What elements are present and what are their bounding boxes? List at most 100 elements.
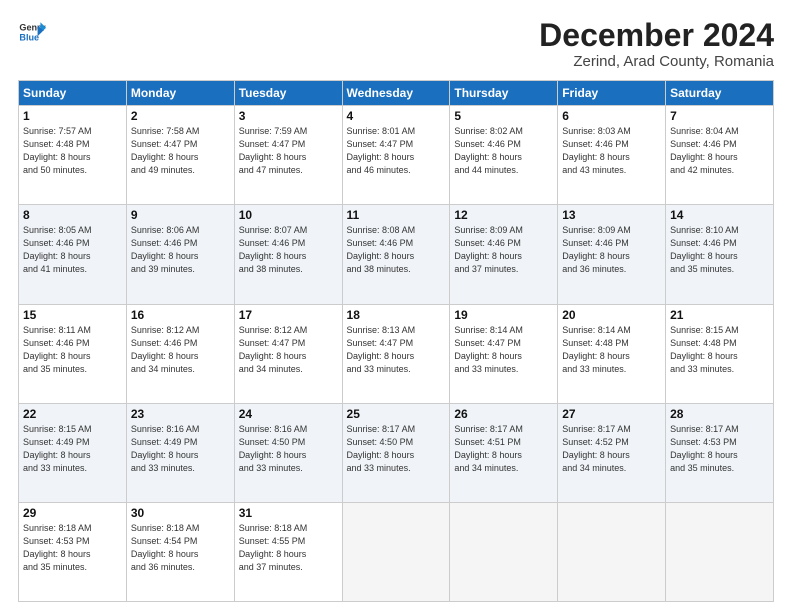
day-info: Sunrise: 8:18 AMSunset: 4:55 PMDaylight:… [239,523,308,572]
day-info: Sunrise: 8:12 AMSunset: 4:47 PMDaylight:… [239,325,308,374]
day-number: 11 [347,208,446,222]
table-row: 26 Sunrise: 8:17 AMSunset: 4:51 PMDaylig… [450,403,558,502]
day-number: 31 [239,506,338,520]
day-info: Sunrise: 8:02 AMSunset: 4:46 PMDaylight:… [454,126,523,175]
day-number: 2 [131,109,230,123]
day-info: Sunrise: 8:09 AMSunset: 4:46 PMDaylight:… [562,225,631,274]
day-info: Sunrise: 8:13 AMSunset: 4:47 PMDaylight:… [347,325,416,374]
day-number: 17 [239,308,338,322]
day-info: Sunrise: 8:15 AMSunset: 4:49 PMDaylight:… [23,424,92,473]
day-info: Sunrise: 8:09 AMSunset: 4:46 PMDaylight:… [454,225,523,274]
table-row: 31 Sunrise: 8:18 AMSunset: 4:55 PMDaylig… [234,502,342,601]
svg-text:Blue: Blue [19,32,39,42]
day-number: 18 [347,308,446,322]
calendar-week-row: 8 Sunrise: 8:05 AMSunset: 4:46 PMDayligh… [19,205,774,304]
day-number: 16 [131,308,230,322]
day-info: Sunrise: 7:59 AMSunset: 4:47 PMDaylight:… [239,126,308,175]
day-number: 4 [347,109,446,123]
day-number: 6 [562,109,661,123]
day-number: 28 [670,407,769,421]
day-info: Sunrise: 8:10 AMSunset: 4:46 PMDaylight:… [670,225,739,274]
day-info: Sunrise: 8:17 AMSunset: 4:52 PMDaylight:… [562,424,631,473]
table-row [666,502,774,601]
day-number: 5 [454,109,553,123]
col-monday: Monday [126,81,234,106]
header: General Blue December 2024 Zerind, Arad … [18,18,774,70]
table-row: 18 Sunrise: 8:13 AMSunset: 4:47 PMDaylig… [342,304,450,403]
table-row: 14 Sunrise: 8:10 AMSunset: 4:46 PMDaylig… [666,205,774,304]
day-number: 20 [562,308,661,322]
day-number: 26 [454,407,553,421]
table-row: 12 Sunrise: 8:09 AMSunset: 4:46 PMDaylig… [450,205,558,304]
page: General Blue December 2024 Zerind, Arad … [0,0,792,612]
table-row: 23 Sunrise: 8:16 AMSunset: 4:49 PMDaylig… [126,403,234,502]
calendar-week-row: 22 Sunrise: 8:15 AMSunset: 4:49 PMDaylig… [19,403,774,502]
calendar-week-row: 1 Sunrise: 7:57 AMSunset: 4:48 PMDayligh… [19,106,774,205]
table-row: 11 Sunrise: 8:08 AMSunset: 4:46 PMDaylig… [342,205,450,304]
table-row: 25 Sunrise: 8:17 AMSunset: 4:50 PMDaylig… [342,403,450,502]
col-wednesday: Wednesday [342,81,450,106]
day-info: Sunrise: 8:17 AMSunset: 4:50 PMDaylight:… [347,424,416,473]
table-row: 1 Sunrise: 7:57 AMSunset: 4:48 PMDayligh… [19,106,127,205]
table-row: 21 Sunrise: 8:15 AMSunset: 4:48 PMDaylig… [666,304,774,403]
table-row: 7 Sunrise: 8:04 AMSunset: 4:46 PMDayligh… [666,106,774,205]
day-number: 29 [23,506,122,520]
day-info: Sunrise: 8:01 AMSunset: 4:47 PMDaylight:… [347,126,416,175]
table-row: 22 Sunrise: 8:15 AMSunset: 4:49 PMDaylig… [19,403,127,502]
day-number: 30 [131,506,230,520]
table-row: 6 Sunrise: 8:03 AMSunset: 4:46 PMDayligh… [558,106,666,205]
calendar-title: December 2024 [539,18,774,53]
table-row: 3 Sunrise: 7:59 AMSunset: 4:47 PMDayligh… [234,106,342,205]
day-number: 24 [239,407,338,421]
day-number: 7 [670,109,769,123]
table-row: 16 Sunrise: 8:12 AMSunset: 4:46 PMDaylig… [126,304,234,403]
calendar-subtitle: Zerind, Arad County, Romania [539,53,774,70]
day-info: Sunrise: 8:05 AMSunset: 4:46 PMDaylight:… [23,225,92,274]
table-row: 30 Sunrise: 8:18 AMSunset: 4:54 PMDaylig… [126,502,234,601]
logo-icon: General Blue [18,18,46,46]
day-number: 27 [562,407,661,421]
day-info: Sunrise: 7:58 AMSunset: 4:47 PMDaylight:… [131,126,200,175]
table-row: 27 Sunrise: 8:17 AMSunset: 4:52 PMDaylig… [558,403,666,502]
day-info: Sunrise: 8:16 AMSunset: 4:49 PMDaylight:… [131,424,200,473]
day-info: Sunrise: 8:14 AMSunset: 4:47 PMDaylight:… [454,325,523,374]
day-number: 21 [670,308,769,322]
col-friday: Friday [558,81,666,106]
day-info: Sunrise: 8:14 AMSunset: 4:48 PMDaylight:… [562,325,631,374]
table-row [558,502,666,601]
table-row: 19 Sunrise: 8:14 AMSunset: 4:47 PMDaylig… [450,304,558,403]
table-row: 20 Sunrise: 8:14 AMSunset: 4:48 PMDaylig… [558,304,666,403]
day-number: 12 [454,208,553,222]
col-tuesday: Tuesday [234,81,342,106]
table-row: 5 Sunrise: 8:02 AMSunset: 4:46 PMDayligh… [450,106,558,205]
day-info: Sunrise: 8:16 AMSunset: 4:50 PMDaylight:… [239,424,308,473]
day-info: Sunrise: 7:57 AMSunset: 4:48 PMDaylight:… [23,126,92,175]
day-info: Sunrise: 8:18 AMSunset: 4:53 PMDaylight:… [23,523,92,572]
calendar-week-row: 29 Sunrise: 8:18 AMSunset: 4:53 PMDaylig… [19,502,774,601]
day-info: Sunrise: 8:06 AMSunset: 4:46 PMDaylight:… [131,225,200,274]
day-info: Sunrise: 8:12 AMSunset: 4:46 PMDaylight:… [131,325,200,374]
day-number: 1 [23,109,122,123]
day-info: Sunrise: 8:15 AMSunset: 4:48 PMDaylight:… [670,325,739,374]
col-saturday: Saturday [666,81,774,106]
table-row: 15 Sunrise: 8:11 AMSunset: 4:46 PMDaylig… [19,304,127,403]
day-info: Sunrise: 8:08 AMSunset: 4:46 PMDaylight:… [347,225,416,274]
day-number: 23 [131,407,230,421]
day-number: 13 [562,208,661,222]
day-number: 3 [239,109,338,123]
day-number: 9 [131,208,230,222]
title-block: December 2024 Zerind, Arad County, Roman… [539,18,774,70]
table-row [450,502,558,601]
logo: General Blue [18,18,46,46]
col-sunday: Sunday [19,81,127,106]
table-row: 8 Sunrise: 8:05 AMSunset: 4:46 PMDayligh… [19,205,127,304]
table-row: 17 Sunrise: 8:12 AMSunset: 4:47 PMDaylig… [234,304,342,403]
day-number: 15 [23,308,122,322]
table-row: 9 Sunrise: 8:06 AMSunset: 4:46 PMDayligh… [126,205,234,304]
day-number: 25 [347,407,446,421]
col-thursday: Thursday [450,81,558,106]
calendar-week-row: 15 Sunrise: 8:11 AMSunset: 4:46 PMDaylig… [19,304,774,403]
day-info: Sunrise: 8:07 AMSunset: 4:46 PMDaylight:… [239,225,308,274]
calendar-table: Sunday Monday Tuesday Wednesday Thursday… [18,80,774,602]
day-number: 10 [239,208,338,222]
